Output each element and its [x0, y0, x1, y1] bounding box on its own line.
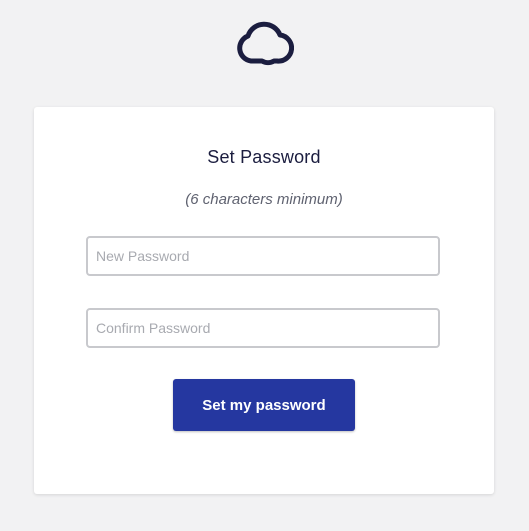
set-password-button[interactable]: Set my password — [173, 379, 355, 431]
page-title: Set Password — [207, 147, 321, 167]
set-password-card: Set Password (6 characters minimum) Set … — [34, 107, 494, 494]
cloud-icon — [237, 21, 294, 66]
password-requirement-hint: (6 characters minimum) — [185, 191, 343, 208]
new-password-input[interactable] — [86, 236, 440, 276]
confirm-password-input[interactable] — [86, 308, 440, 348]
logo — [234, 20, 294, 66]
